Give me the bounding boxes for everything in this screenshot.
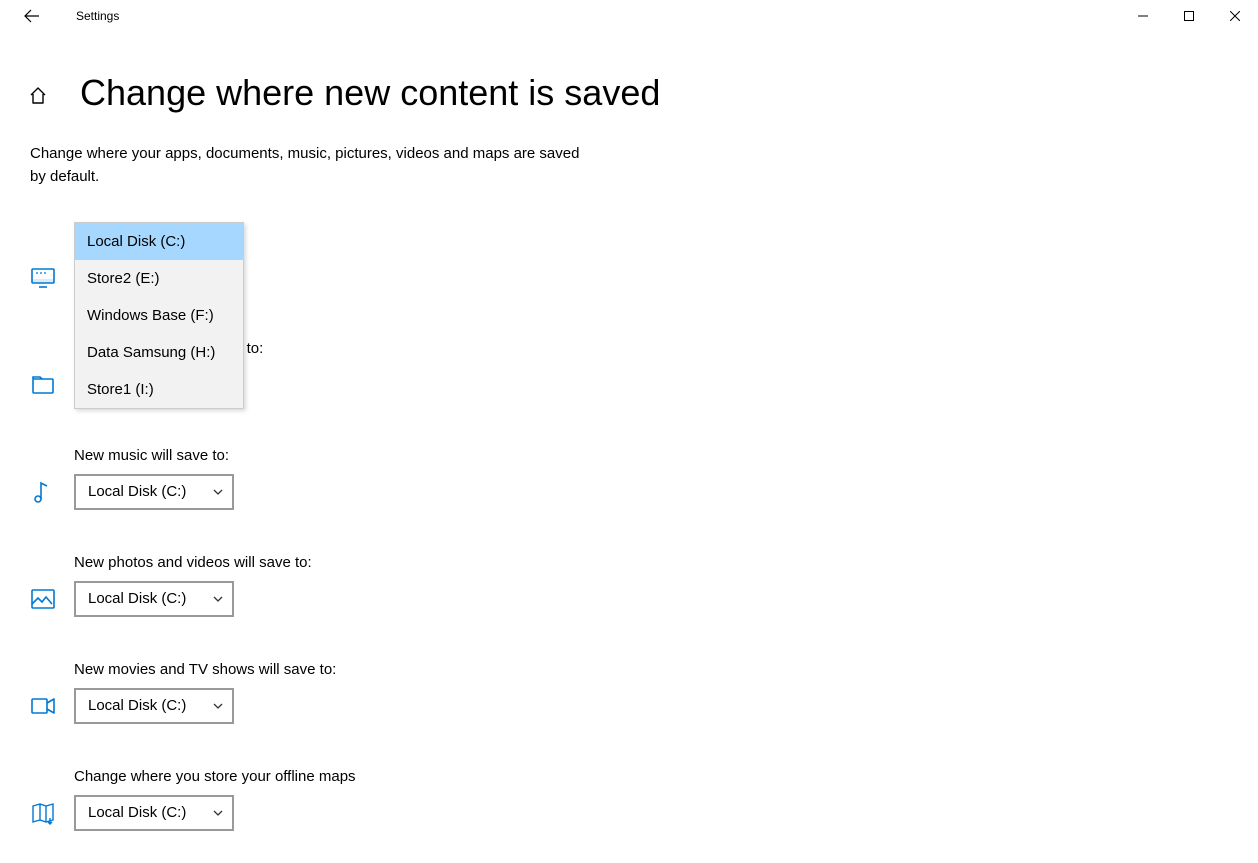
page-header: Change where new content is saved xyxy=(0,32,1258,114)
setting-photos-label: New photos and videos will save to: xyxy=(74,554,590,571)
maps-icon xyxy=(30,800,56,826)
documents-icon xyxy=(30,372,56,398)
page-description: Change where your apps, documents, music… xyxy=(30,142,590,189)
setting-photos: New photos and videos will save to: Loca… xyxy=(30,554,590,617)
minimize-icon xyxy=(1138,11,1148,21)
movies-drive-value: Local Disk (C:) xyxy=(88,697,186,714)
photos-icon xyxy=(30,586,56,612)
close-button[interactable] xyxy=(1212,0,1258,32)
titlebar: Settings xyxy=(0,0,1258,32)
apps-icon xyxy=(30,265,56,291)
chevron-down-icon xyxy=(202,486,224,498)
maps-drive-value: Local Disk (C:) xyxy=(88,804,186,821)
chevron-down-icon xyxy=(202,700,224,712)
close-icon xyxy=(1230,11,1240,21)
movies-drive-dropdown[interactable]: Local Disk (C:) xyxy=(74,688,234,724)
dropdown-option-c[interactable]: Local Disk (C:) xyxy=(75,223,243,260)
setting-maps: Change where you store your offline maps… xyxy=(30,768,590,831)
setting-movies-label: New movies and TV shows will save to: xyxy=(74,661,590,678)
page-title: Change where new content is saved xyxy=(80,72,660,114)
photos-drive-value: Local Disk (C:) xyxy=(88,590,186,607)
maximize-button[interactable] xyxy=(1166,0,1212,32)
maximize-icon xyxy=(1184,11,1194,21)
window-controls xyxy=(1120,0,1258,32)
home-icon[interactable] xyxy=(28,86,48,106)
back-arrow-icon xyxy=(24,8,40,24)
window-title: Settings xyxy=(76,9,119,23)
setting-movies: New movies and TV shows will save to: Lo… xyxy=(30,661,590,724)
apps-drive-dropdown-menu: Local Disk (C:) Store2 (E:) Windows Base… xyxy=(74,222,244,409)
dropdown-option-h[interactable]: Data Samsung (H:) xyxy=(75,334,243,371)
chevron-down-icon xyxy=(202,593,224,605)
dropdown-option-f[interactable]: Windows Base (F:) xyxy=(75,297,243,334)
content-area: Change where your apps, documents, music… xyxy=(0,114,620,831)
dropdown-option-e[interactable]: Store2 (E:) xyxy=(75,260,243,297)
maps-drive-dropdown[interactable]: Local Disk (C:) xyxy=(74,795,234,831)
music-drive-value: Local Disk (C:) xyxy=(88,483,186,500)
movies-icon xyxy=(30,693,56,719)
music-drive-dropdown[interactable]: Local Disk (C:) xyxy=(74,474,234,510)
back-button[interactable] xyxy=(12,0,52,32)
setting-music-label: New music will save to: xyxy=(74,447,590,464)
chevron-down-icon xyxy=(202,807,224,819)
setting-maps-label: Change where you store your offline maps xyxy=(74,768,590,785)
photos-drive-dropdown[interactable]: Local Disk (C:) xyxy=(74,581,234,617)
music-icon xyxy=(30,479,56,505)
minimize-button[interactable] xyxy=(1120,0,1166,32)
dropdown-option-i[interactable]: Store1 (I:) xyxy=(75,371,243,408)
setting-music: New music will save to: Local Disk (C:) xyxy=(30,447,590,510)
